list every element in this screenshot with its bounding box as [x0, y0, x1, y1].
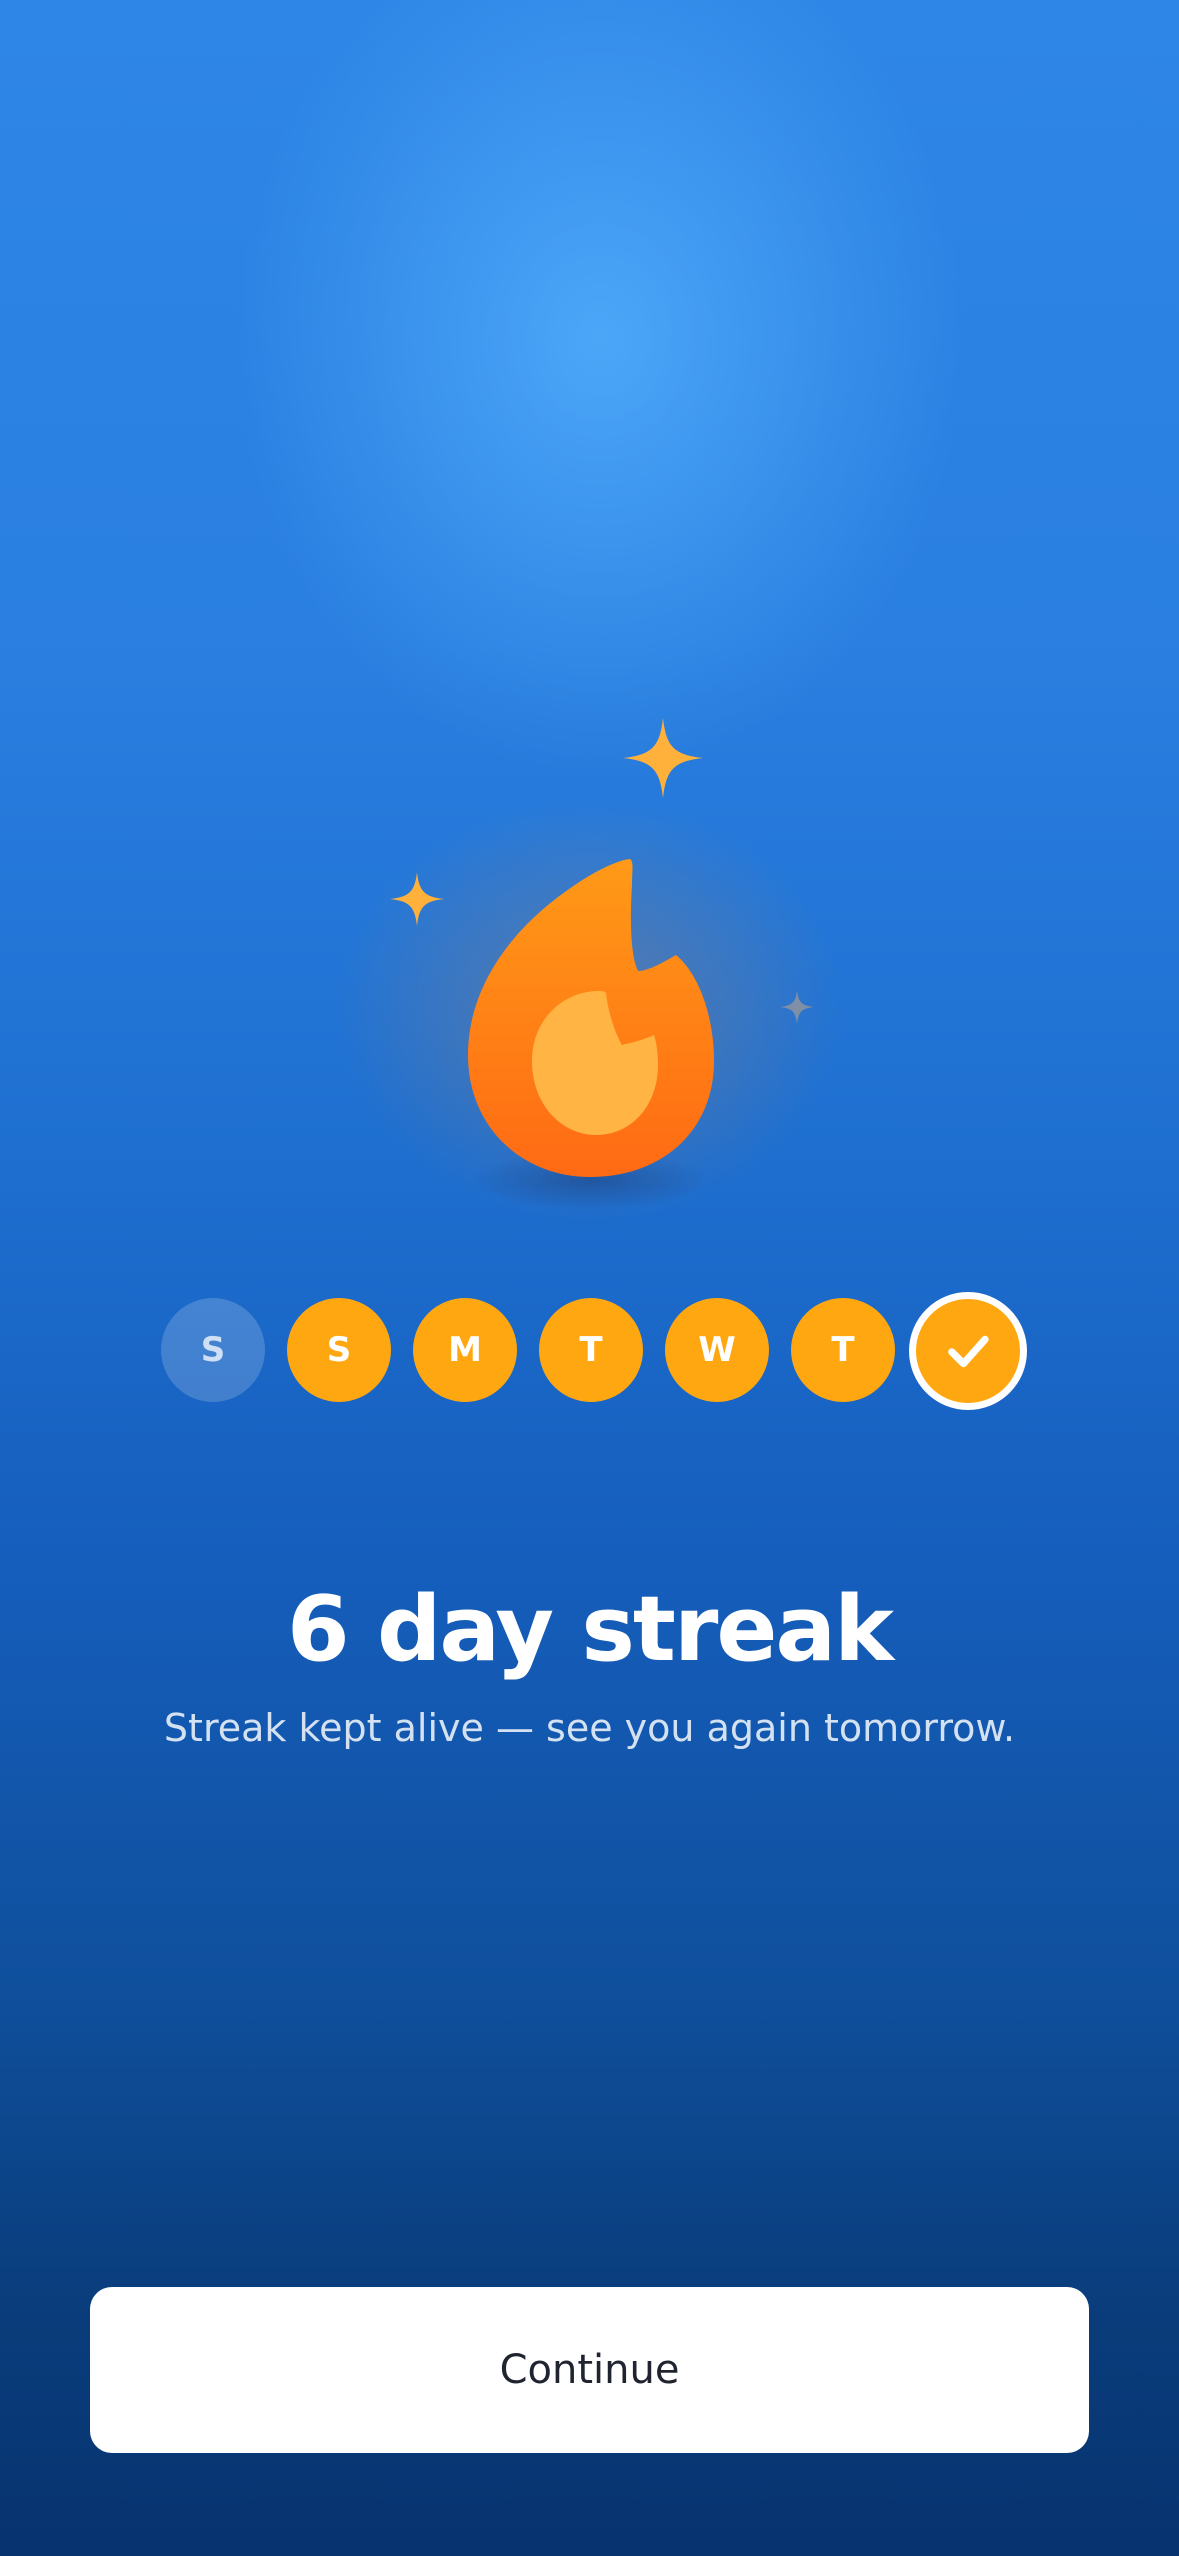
- streak-title: 6 day streak: [287, 1577, 894, 1682]
- day-label: S: [200, 1330, 226, 1370]
- day-label: T: [831, 1330, 855, 1370]
- day-label: W: [698, 1330, 736, 1370]
- day-label: S: [326, 1330, 352, 1370]
- day-wednesday: W: [665, 1298, 769, 1402]
- week-streak-row: S S M T W T: [0, 1292, 1179, 1410]
- day-monday: M: [413, 1298, 517, 1402]
- sparkle-icon: [780, 990, 814, 1024]
- day-today: [909, 1292, 1027, 1410]
- streak-subtitle: Streak kept alive — see you again tomorr…: [163, 1706, 1016, 1750]
- sparkle-icon: [623, 718, 703, 798]
- streak-screen: S S M T W T 6 day streak Streak kept ali…: [0, 0, 1179, 2556]
- day-tuesday: T: [539, 1298, 643, 1402]
- day-label: M: [448, 1330, 482, 1370]
- continue-button[interactable]: Continue: [90, 2287, 1089, 2453]
- flame-icon: [468, 859, 714, 1177]
- day-sunday: S: [287, 1298, 391, 1402]
- sparkle-icon: [390, 872, 444, 926]
- day-thursday: T: [791, 1298, 895, 1402]
- day-sunday-missed: S: [161, 1298, 265, 1402]
- day-label: T: [579, 1330, 603, 1370]
- checkmark-icon: [948, 1335, 989, 1368]
